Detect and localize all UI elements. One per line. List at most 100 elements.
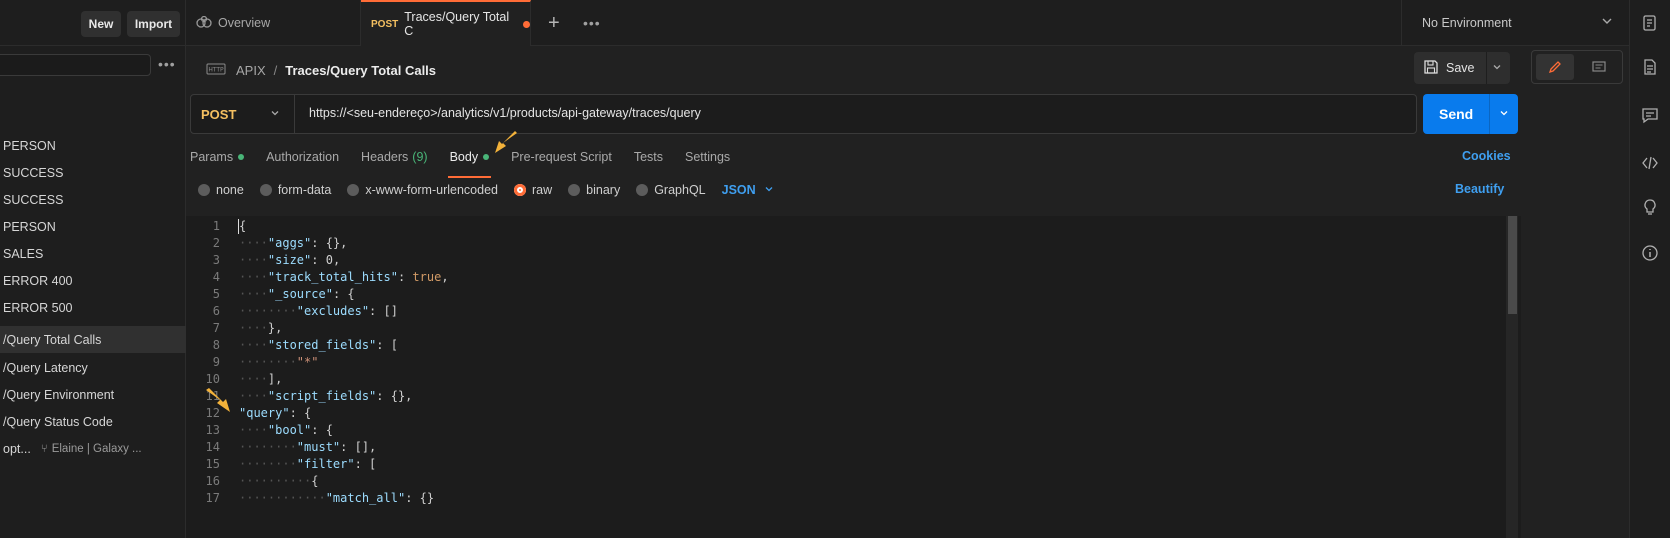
save-button[interactable]: Save [1414, 52, 1510, 84]
breadcrumb-request[interactable]: Traces/Query Total Calls [285, 63, 436, 78]
line-number: 3 [212, 253, 220, 267]
sidebar-item-active[interactable]: /Query Total Calls [0, 326, 186, 353]
code-editor[interactable]: 1 2 3 4 5 6 7 8 9 10 11 12 13 14 15 16 1… [186, 216, 1521, 538]
sidebar-item[interactable]: /Query Latency [0, 354, 186, 381]
tab-settings[interactable]: Settings [685, 142, 730, 172]
chevron-down-icon[interactable] [1492, 62, 1502, 75]
code-line: "query": { [239, 406, 312, 420]
radio-form-data[interactable]: form-data [259, 183, 332, 197]
tab-body[interactable]: Body [447, 142, 491, 178]
line-number: 8 [212, 338, 220, 352]
sidebar-item[interactable]: ERROR 400 [0, 267, 186, 294]
chevron-down-icon[interactable] [1499, 108, 1509, 121]
tab-prerequest-script[interactable]: Pre-request Script [511, 142, 612, 172]
radio-raw[interactable]: raw [514, 183, 552, 197]
radio-none-label: none [216, 183, 244, 197]
tab-params[interactable]: Params [190, 142, 245, 172]
comment-icon[interactable] [1580, 54, 1618, 80]
code-line: ····"track_total_hits": true, [239, 270, 449, 284]
request-tabs: Params Authorization Headers (9) Body Pre… [190, 142, 752, 178]
documentation-icon[interactable] [1641, 58, 1659, 76]
edit-pencil-icon[interactable] [1536, 54, 1574, 80]
request-panel: HTTP APIX / Traces/Query Total Calls Sav… [186, 46, 1629, 538]
radio-urlencoded-label: x-www-form-urlencoded [365, 183, 498, 197]
line-number: 9 [212, 355, 220, 369]
sidebar-item[interactable]: /Query Status Code [0, 408, 186, 435]
save-icon [1424, 59, 1438, 77]
tab-method: POST [371, 18, 399, 30]
line-number-gutter: 1 2 3 4 5 6 7 8 9 10 11 12 13 14 15 16 1… [186, 216, 236, 538]
code-line: ····"script_fields": {}, [239, 389, 413, 403]
tab-tests[interactable]: Tests [634, 142, 663, 172]
line-number: 5 [212, 287, 220, 301]
tab-headers[interactable]: Headers (9) [361, 142, 428, 172]
environment-select[interactable]: No Environment [1401, 0, 1629, 46]
sidebar-item[interactable]: SUCCESS [0, 186, 186, 213]
http-icon-text: HTTP [208, 66, 224, 73]
sidebar-item[interactable]: ERROR 500 [0, 294, 186, 321]
radio-form-data-label: form-data [277, 183, 332, 197]
body-format-select[interactable]: JSON [722, 183, 774, 197]
url-bar: POST https://<seu-endereço>/analytics/v1… [190, 94, 1417, 134]
tab-overview-label: Overview [218, 16, 271, 30]
radio-binary-label: binary [586, 183, 621, 197]
right-rail [1629, 0, 1670, 538]
method-select[interactable]: POST [191, 95, 295, 133]
send-split-divider [1489, 94, 1490, 134]
tab-body-label: Body [449, 150, 479, 164]
radio-urlencoded[interactable]: x-www-form-urlencoded [347, 183, 498, 197]
tab-authorization[interactable]: Authorization [266, 142, 339, 172]
line-number: 4 [212, 270, 220, 284]
sidebar-item[interactable]: SUCCESS [0, 159, 186, 186]
tab-overview[interactable]: Overview [186, 0, 361, 46]
sidebar-more-icon[interactable]: ••• [158, 56, 176, 72]
sidebar-item-label: PERSON [3, 138, 56, 153]
editor-scrollbar-thumb[interactable] [1508, 216, 1517, 314]
headers-count: (9) [412, 150, 428, 164]
tabs-more-icon[interactable]: ••• [583, 15, 601, 31]
breadcrumb-collection[interactable]: APIX [236, 63, 266, 78]
method-label: POST [201, 106, 237, 122]
sidebar-item-label: SUCCESS [3, 165, 64, 180]
import-button[interactable]: Import [127, 11, 180, 37]
sidebar-item-label: /Query Total Calls [3, 332, 102, 347]
sidebar-item[interactable]: PERSON [0, 132, 186, 159]
lightbulb-icon[interactable] [1641, 198, 1659, 216]
tab-active-label: Traces/Query Total C [404, 10, 510, 38]
radio-icon [347, 184, 360, 196]
tab-active-request[interactable]: POST Traces/Query Total C [361, 0, 531, 46]
url-input[interactable]: https://<seu-endereço>/analytics/v1/prod… [309, 106, 701, 120]
code-line: ············"match_all": {} [239, 491, 435, 505]
code-line: ··········{ [239, 474, 319, 488]
code-line: ····"_source": { [239, 287, 355, 301]
send-button[interactable]: Send [1423, 94, 1518, 134]
sidebar-item-fork[interactable]: opt... ⑂ Elaine | Galaxy ... [0, 435, 186, 462]
api-icon[interactable] [1641, 14, 1659, 32]
code-icon[interactable] [1641, 154, 1659, 172]
new-button[interactable]: New [81, 11, 121, 37]
new-tab-plus-icon[interactable]: + [548, 12, 560, 35]
view-mode-group [1531, 50, 1623, 84]
radio-graphql[interactable]: GraphQL [636, 183, 706, 197]
info-icon[interactable] [1641, 244, 1659, 262]
breadcrumb-separator: / [273, 62, 278, 78]
cookies-link[interactable]: Cookies [1462, 149, 1511, 163]
comment-icon[interactable] [1641, 106, 1659, 124]
tab-headers-label: Headers [361, 150, 409, 164]
sidebar-search-input[interactable] [0, 54, 151, 76]
radio-binary[interactable]: binary [568, 183, 620, 197]
line-number: 10 [205, 372, 220, 386]
code-line: ····"size": 0, [239, 253, 341, 267]
sidebar-header: New Import [0, 0, 186, 46]
tab-tests-label: Tests [633, 150, 663, 164]
sidebar-item-label: SUCCESS [3, 192, 64, 207]
annotation-arrow-icon [204, 388, 230, 412]
beautify-link[interactable]: Beautify [1455, 182, 1504, 196]
save-label: Save [1446, 61, 1475, 75]
radio-none[interactable]: none [198, 183, 244, 197]
sidebar-item[interactable]: SALES [0, 240, 186, 267]
tab-settings-label: Settings [685, 150, 731, 164]
sidebar-item[interactable]: /Query Environment [0, 381, 186, 408]
line-number: 16 [205, 474, 220, 488]
sidebar-item[interactable]: PERSON [0, 213, 186, 240]
